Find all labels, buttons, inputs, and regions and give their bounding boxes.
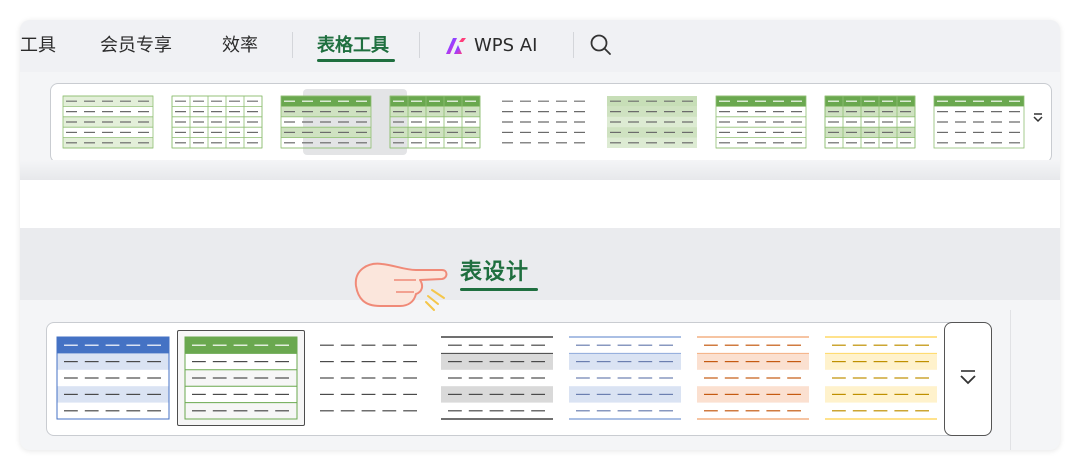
tab-divider: [573, 32, 574, 58]
table-style-plain-dashes[interactable]: [502, 100, 585, 144]
table-design-tab-bar: [20, 228, 1060, 300]
chevron-down-icon[interactable]: [1031, 108, 1045, 128]
active-tab-indicator: [317, 59, 395, 62]
app-window: 工具 会员专享 效率 表格工具 WPS AI 表设计: [20, 20, 1060, 450]
wps-ai-logo-icon: [444, 36, 468, 56]
tab-efficiency[interactable]: 效率: [222, 32, 258, 60]
tab-wps-ai-label: WPS AI: [474, 35, 538, 56]
pointing-hand-icon: [350, 246, 454, 320]
style-thumbnails-top: [62, 95, 1025, 149]
ribbon-bottom-shadow: [20, 160, 1060, 180]
table-style-green-banded[interactable]: [607, 96, 697, 148]
table-style-green-banded[interactable]: [184, 336, 298, 420]
active-tab-indicator: [460, 288, 538, 291]
table-style-light-green-lines[interactable]: [62, 95, 154, 149]
tab-tools[interactable]: 工具: [20, 32, 56, 60]
table-style-light-green-grid[interactable]: [171, 95, 263, 149]
search-icon[interactable]: [588, 32, 614, 58]
tab-table-design[interactable]: 表设计: [460, 254, 529, 286]
table-style-green-header-rows[interactable]: [715, 95, 807, 149]
table-style-gallery-top: [50, 83, 1052, 163]
table-style-green-grid-bands[interactable]: [824, 95, 916, 149]
tab-divider: [292, 32, 293, 58]
more-styles-button[interactable]: [944, 322, 992, 436]
table-style-gallery-bottom: [46, 322, 992, 436]
table-style-green-header-light[interactable]: [933, 95, 1025, 149]
ribbon-tab-bar: 工具 会员专享 效率 表格工具 WPS AI: [20, 20, 1060, 72]
tab-wps-ai[interactable]: WPS AI: [444, 32, 537, 60]
tab-divider: [419, 32, 420, 58]
spacer: [20, 180, 1060, 228]
table-style-blue-banded[interactable]: [56, 336, 170, 420]
table-style-blue-light[interactable]: [569, 336, 681, 420]
table-style-yellow-light[interactable]: [825, 336, 937, 420]
style-thumbnails-bottom: [56, 336, 937, 420]
table-style-orange-light[interactable]: [697, 336, 809, 420]
tab-member-exclusive[interactable]: 会员专享: [100, 32, 172, 60]
table-style-green-grid-dark[interactable]: [389, 95, 481, 149]
panel-edge: [1010, 310, 1011, 450]
table-style-plain-none[interactable]: [320, 344, 417, 412]
tab-table-tools[interactable]: 表格工具: [317, 32, 389, 60]
table-style-gray-lines[interactable]: [441, 336, 553, 420]
table-style-medium-green-selected[interactable]: [280, 95, 372, 149]
